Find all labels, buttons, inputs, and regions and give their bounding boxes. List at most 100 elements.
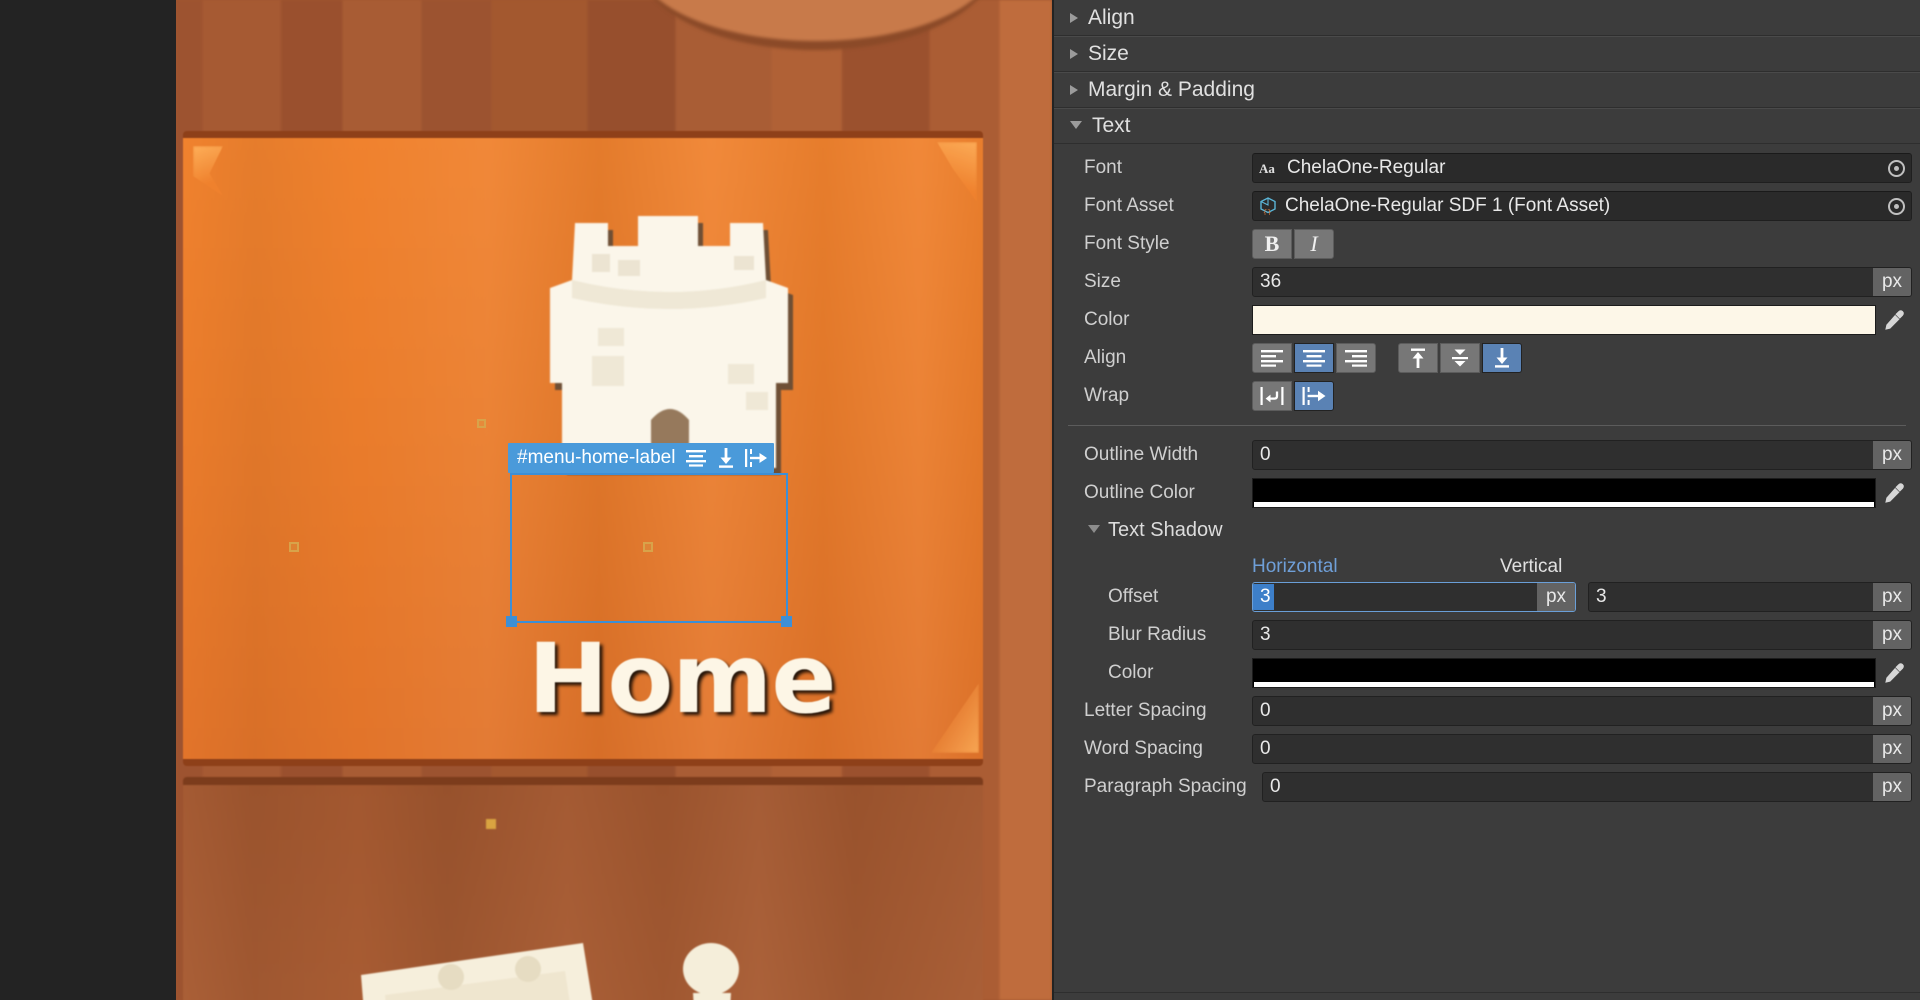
shadow-color-eyedropper[interactable]	[1876, 662, 1912, 684]
vertical-column-label: Vertical	[1500, 556, 1563, 577]
font-label: Font	[1084, 157, 1123, 178]
size-field[interactable]: 36 px	[1252, 267, 1912, 297]
row-font-style: Font Style B I	[1054, 225, 1920, 263]
outline-color-swatch[interactable]	[1252, 478, 1876, 508]
font-field[interactable]: Aa ChelaOne-Regular	[1252, 153, 1912, 183]
shadow-blur-radius-field[interactable]: 3 px	[1252, 620, 1912, 650]
word-spacing-unit[interactable]: px	[1873, 735, 1911, 763]
font-asset-field[interactable]: {} ChelaOne-Regular SDF 1 (Font Asset)	[1252, 191, 1912, 221]
row-align: Align	[1054, 339, 1920, 377]
word-spacing-field[interactable]: 0 px	[1252, 734, 1912, 764]
wrap-disabled-button[interactable]	[1294, 381, 1334, 411]
shadow-blur-radius-value: 3	[1260, 624, 1271, 645]
chevron-right-icon	[1070, 12, 1078, 23]
foldout-align[interactable]: Align	[1054, 0, 1920, 36]
foldout-size[interactable]: Size	[1054, 36, 1920, 72]
shadow-offset-vertical-field[interactable]: 3 px	[1588, 582, 1912, 612]
text-shadow-label: Text Shadow	[1108, 518, 1223, 541]
foldout-text-label: Text	[1092, 114, 1131, 137]
outline-color-field[interactable]	[1252, 478, 1912, 508]
bold-button[interactable]: B	[1252, 229, 1292, 259]
align-left-button[interactable]	[1252, 343, 1292, 373]
text-color-swatch[interactable]	[1252, 305, 1876, 335]
row-outline-color: Outline Color	[1054, 474, 1920, 512]
align-center-button[interactable]	[1294, 343, 1334, 373]
inspector-bottom-edge	[1054, 992, 1920, 1000]
chevron-down-icon	[1070, 121, 1082, 134]
shadow-color-swatch[interactable]	[1252, 658, 1876, 688]
panel-corner-top-right	[937, 142, 977, 202]
font-asset-label: Font Asset	[1084, 195, 1174, 216]
foldout-margin-padding[interactable]: Margin & Padding	[1054, 72, 1920, 108]
font-style-label: Font Style	[1084, 233, 1170, 254]
shadow-offset-horizontal-unit[interactable]: px	[1537, 583, 1575, 611]
selection-badge[interactable]: #menu-home-label	[508, 443, 775, 473]
font-style-buttons: B I	[1252, 229, 1334, 259]
shadow-offset-vertical-unit[interactable]: px	[1873, 583, 1911, 611]
chevron-down-icon	[1088, 525, 1100, 538]
font-object-picker[interactable]	[1881, 154, 1911, 182]
align-bottom-button[interactable]	[1482, 343, 1522, 373]
paragraph-spacing-field[interactable]: 0 px	[1262, 772, 1912, 802]
panel-corner-bottom-right	[931, 683, 979, 753]
wrap-disabled-icon	[1302, 387, 1326, 405]
letter-spacing-unit[interactable]: px	[1873, 697, 1911, 725]
font-asset-object-picker[interactable]	[1881, 192, 1911, 220]
wrap-enabled-button[interactable]	[1252, 381, 1292, 411]
row-size: Size 36 px	[1054, 263, 1920, 301]
outline-width-field[interactable]: 0 px	[1252, 440, 1912, 470]
menu-home-label-text: Home	[528, 623, 836, 735]
letter-spacing-label: Letter Spacing	[1084, 700, 1207, 721]
align-center-icon	[1303, 350, 1325, 367]
text-color-eyedropper[interactable]	[1876, 309, 1912, 331]
row-outline-width: Outline Width 0 px	[1054, 436, 1920, 474]
size-unit[interactable]: px	[1873, 268, 1911, 296]
font-asset-icon: {}	[1260, 197, 1276, 215]
anchor-handle[interactable]	[486, 819, 496, 829]
outline-color-eyedropper[interactable]	[1876, 482, 1912, 504]
outline-color-alpha-bar	[1254, 502, 1874, 507]
text-color-field[interactable]	[1252, 305, 1912, 335]
outline-width-value: 0	[1260, 444, 1271, 465]
panel-corner-top-left	[193, 146, 223, 196]
italic-glyph: I	[1310, 231, 1318, 256]
outline-width-unit[interactable]: px	[1873, 441, 1911, 469]
word-spacing-value: 0	[1260, 738, 1271, 759]
italic-button[interactable]: I	[1294, 229, 1334, 259]
menu-next-button[interactable]	[183, 777, 983, 1000]
align-top-icon	[1411, 348, 1425, 368]
shadow-color-label: Color	[1108, 662, 1154, 683]
anchor-handle-right[interactable]	[643, 542, 653, 552]
shadow-offset-label: Offset	[1108, 586, 1159, 607]
align-right-button[interactable]	[1336, 343, 1376, 373]
game-viewport[interactable]: Home #menu-home-label	[176, 0, 1052, 1000]
row-font-asset: Font Asset {} ChelaOne-Regular SDF 1 (Fo…	[1054, 187, 1920, 225]
inspector-panel[interactable]: Align Size Margin & Padding Text Font Aa	[1052, 0, 1920, 1000]
anchor-handle-left[interactable]	[289, 542, 299, 552]
anchor-handle-top[interactable]	[477, 419, 486, 428]
text-align-center-icon	[686, 450, 707, 467]
text-shadow-foldout[interactable]: Text Shadow	[1054, 512, 1920, 548]
foldout-size-label: Size	[1088, 42, 1129, 65]
paragraph-spacing-label: Paragraph Spacing	[1084, 776, 1247, 797]
shadow-blur-radius-unit[interactable]: px	[1873, 621, 1911, 649]
row-font: Font Aa ChelaOne-Regular	[1054, 149, 1920, 187]
shadow-blur-radius-label: Blur Radius	[1108, 624, 1207, 645]
size-label: Size	[1084, 271, 1121, 292]
foldout-text[interactable]: Text	[1054, 108, 1920, 144]
shadow-color-field[interactable]	[1252, 658, 1912, 688]
eyedropper-icon	[1885, 483, 1904, 503]
row-shadow-offset: Offset 3 px 3 px	[1054, 578, 1920, 616]
shadow-offset-horizontal-field[interactable]: 3 px	[1252, 582, 1576, 612]
bold-glyph: B	[1264, 231, 1280, 256]
align-label: Align	[1084, 347, 1127, 368]
align-middle-button[interactable]	[1440, 343, 1480, 373]
align-top-button[interactable]	[1398, 343, 1438, 373]
paragraph-spacing-unit[interactable]: px	[1873, 773, 1911, 801]
wrap-label: Wrap	[1084, 385, 1130, 406]
align-left-icon	[1261, 350, 1283, 367]
letter-spacing-field[interactable]: 0 px	[1252, 696, 1912, 726]
wrap-nowrap-icon	[745, 449, 768, 467]
word-spacing-label: Word Spacing	[1084, 738, 1203, 759]
wrap-enabled-icon	[1260, 387, 1284, 405]
